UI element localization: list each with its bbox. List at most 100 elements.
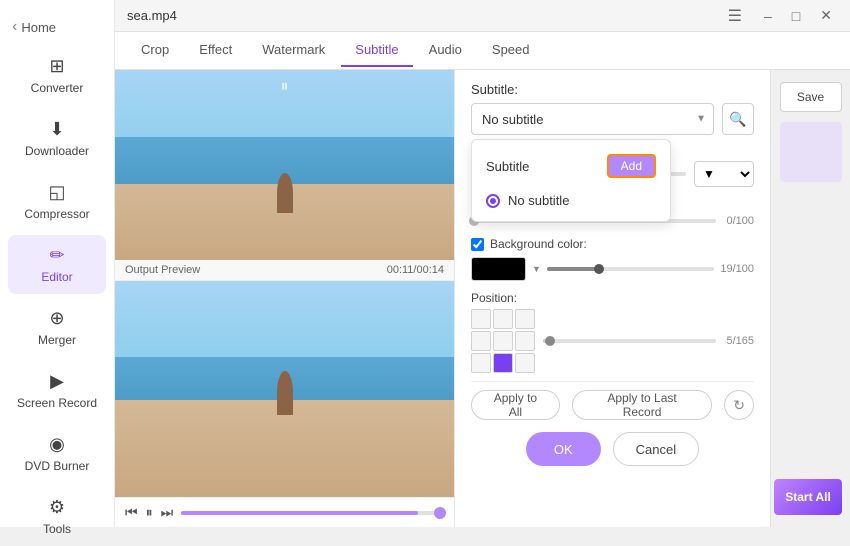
apply-all-button[interactable]: Apply to All xyxy=(471,390,560,420)
downloader-icon: ⬇ xyxy=(49,119,64,140)
title-bar-right: ☰ – □ ✕ xyxy=(728,5,838,26)
pos-cell-2[interactable] xyxy=(493,309,513,329)
sidebar-item-screen-record[interactable]: ▶ Screen Record xyxy=(8,361,106,420)
sidebar: ‹ Home ⊞ Converter ⬇ Downloader ◱ Compre… xyxy=(0,0,115,527)
sidebar-item-label: Compressor xyxy=(24,207,89,221)
color-swatch-row: ▼ 19/100 xyxy=(471,257,754,281)
no-subtitle-label: No subtitle xyxy=(508,193,569,208)
video-overlay-icon: ⏸ xyxy=(280,78,288,96)
pos-cell-7[interactable] xyxy=(471,353,491,373)
pos-cell-1[interactable] xyxy=(471,309,491,329)
tab-watermark[interactable]: Watermark xyxy=(248,34,339,67)
save-button[interactable]: Save xyxy=(780,82,842,112)
skip-forward-button[interactable]: ⏭ xyxy=(161,504,174,521)
dvd-icon: ◉ xyxy=(49,434,65,455)
tab-crop[interactable]: Crop xyxy=(127,34,183,67)
sidebar-item-label: Downloader xyxy=(25,144,89,158)
tab-audio[interactable]: Audio xyxy=(415,34,476,67)
tab-speed[interactable]: Speed xyxy=(478,34,544,67)
cancel-button[interactable]: Cancel xyxy=(613,432,699,466)
sidebar-item-downloader[interactable]: ⬇ Downloader xyxy=(8,109,106,168)
sidebar-item-editor[interactable]: ✏ Editor xyxy=(8,235,106,294)
converter-icon: ⊞ xyxy=(49,56,64,77)
refresh-button[interactable]: ↻ xyxy=(724,390,754,420)
tools-icon: ⚙ xyxy=(49,497,65,518)
pause-button[interactable]: ⏸ xyxy=(146,504,153,521)
skip-back-button[interactable]: ⏮ xyxy=(125,504,138,521)
position-grid xyxy=(471,309,535,373)
sidebar-item-label: Editor xyxy=(41,270,72,284)
progress-thumb xyxy=(434,507,446,519)
content-area: ⏸ Output Preview 00:11/00:14 ⏮ ⏸ ⏭ xyxy=(115,70,850,527)
maximize-button[interactable]: □ xyxy=(786,6,806,26)
minimize-button[interactable]: – xyxy=(758,6,778,26)
background-value: 19/100 xyxy=(720,263,754,275)
background-color-swatch[interactable] xyxy=(471,257,526,281)
pos-cell-5[interactable] xyxy=(493,331,513,351)
pos-cell-6[interactable] xyxy=(515,331,535,351)
position-thumb xyxy=(545,336,555,346)
output-time: 00:11/00:14 xyxy=(387,264,444,276)
sidebar-item-dvd-burner[interactable]: ◉ DVD Burner xyxy=(8,424,106,483)
video-controls: ⏮ ⏸ ⏭ xyxy=(115,497,454,527)
close-button[interactable]: ✕ xyxy=(814,5,838,26)
subtitle-row: No subtitle ▼ 🔍 Subtitle Add No subtitle xyxy=(471,103,754,135)
dropdown-header: Subtitle Add xyxy=(472,146,670,186)
main-window: sea.mp4 ☰ – □ ✕ Crop Effect Watermark Su… xyxy=(115,0,850,527)
subtitle-select-wrapper: No subtitle ▼ xyxy=(471,103,714,135)
bg-opacity-slider[interactable] xyxy=(547,267,714,271)
right-edge-panel: Save Start All xyxy=(770,70,850,527)
sidebar-item-converter[interactable]: ⊞ Converter xyxy=(8,46,106,105)
pos-cell-9[interactable] xyxy=(515,353,535,373)
ok-cancel-row: OK Cancel xyxy=(471,426,754,472)
subtitle-dropdown: Subtitle Add No subtitle xyxy=(471,139,671,222)
position-row: 5/165 xyxy=(471,309,754,373)
sidebar-item-tools[interactable]: ⚙ Tools xyxy=(8,487,106,546)
background-row: Background color: xyxy=(471,237,754,251)
pos-cell-4[interactable] xyxy=(471,331,491,351)
position-slider[interactable] xyxy=(543,339,716,343)
background-label: Background color: xyxy=(490,237,587,251)
dropdown-no-subtitle[interactable]: No subtitle xyxy=(472,186,670,215)
output-preview-label: Output Preview xyxy=(125,264,200,276)
window-title: sea.mp4 xyxy=(127,8,177,23)
background-checkbox[interactable] xyxy=(471,238,484,251)
position-label: Position: xyxy=(471,291,754,305)
tab-effect[interactable]: Effect xyxy=(185,34,246,67)
bottom-figure xyxy=(277,371,293,415)
pos-cell-3[interactable] xyxy=(515,309,535,329)
sidebar-item-label: Merger xyxy=(38,333,76,347)
subtitle-selected-value: No subtitle xyxy=(482,112,543,127)
pos-cell-8[interactable] xyxy=(493,353,513,373)
video-top-frame: ⏸ xyxy=(115,70,454,260)
back-arrow-icon: ‹ xyxy=(12,18,17,36)
tab-subtitle[interactable]: Subtitle xyxy=(341,34,412,67)
bottom-actions-bar: Apply to All Apply to Last Record ↻ xyxy=(471,381,754,426)
opacity-value: 0/100 xyxy=(724,215,754,227)
sidebar-item-compressor[interactable]: ◱ Compressor xyxy=(8,172,106,231)
bg-opacity-thumb xyxy=(594,264,604,274)
video-panel: ⏸ Output Preview 00:11/00:14 ⏮ ⏸ ⏭ xyxy=(115,70,455,527)
compressor-icon: ◱ xyxy=(48,182,65,203)
radio-no-subtitle xyxy=(486,194,500,208)
subtitle-search-button[interactable]: 🔍 xyxy=(722,103,754,135)
bg-opacity-fill xyxy=(547,267,597,271)
ok-button[interactable]: OK xyxy=(526,432,601,466)
apply-last-button[interactable]: Apply to Last Record xyxy=(572,390,712,420)
add-subtitle-button[interactable]: Add xyxy=(607,154,656,178)
progress-bar[interactable] xyxy=(181,511,444,515)
subtitle-select[interactable]: No subtitle xyxy=(471,103,714,135)
back-home-button[interactable]: ‹ Home xyxy=(0,10,114,44)
title-bar-left: sea.mp4 xyxy=(127,8,177,23)
sidebar-item-label: Converter xyxy=(31,81,84,95)
screen-record-icon: ▶ xyxy=(50,371,64,392)
outline-color-select[interactable]: ▼ xyxy=(694,161,754,187)
editor-icon: ✏ xyxy=(49,245,64,266)
sidebar-item-label: Screen Record xyxy=(17,396,97,410)
color-preview-box xyxy=(780,122,842,182)
merger-icon: ⊕ xyxy=(49,308,64,329)
start-all-button[interactable]: Start All xyxy=(774,479,842,515)
sidebar-item-merger[interactable]: ⊕ Merger xyxy=(8,298,106,357)
title-bar: sea.mp4 ☰ – □ ✕ xyxy=(115,0,850,32)
menu-icon[interactable]: ☰ xyxy=(728,6,742,26)
